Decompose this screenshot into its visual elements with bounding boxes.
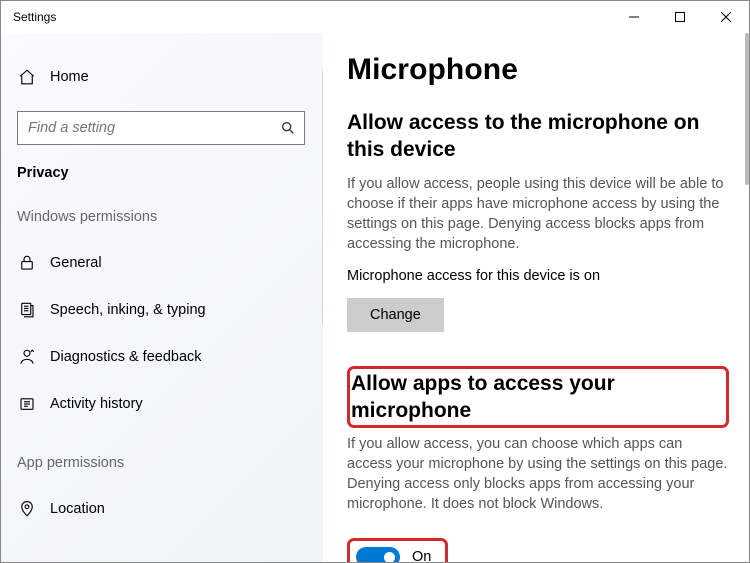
sidebar-item-activity-history[interactable]: Activity history: [17, 380, 323, 427]
scrollbar[interactable]: [745, 33, 749, 185]
home-icon: [17, 67, 37, 87]
sidebar-item-label: General: [50, 255, 102, 271]
window-title: Settings: [13, 10, 56, 24]
search-icon: [280, 120, 296, 136]
search-box[interactable]: [17, 111, 305, 145]
location-icon: [17, 499, 37, 519]
section1-description: If you allow access, people using this d…: [347, 174, 729, 254]
page-title: Microphone: [347, 53, 729, 87]
allow-apps-toggle[interactable]: [356, 547, 400, 562]
section2-description: If you allow access, you can choose whic…: [347, 434, 729, 514]
sidebar-group-app-permissions: App permissions: [17, 455, 323, 471]
settings-window: Settings Home: [0, 0, 750, 563]
sidebar-item-speech[interactable]: Speech, inking, & typing: [17, 286, 323, 333]
caption-buttons: [611, 1, 749, 33]
window-body: Home Privacy Windows permissions General: [1, 33, 749, 562]
sidebar-section-title: Privacy: [17, 165, 323, 181]
nav-list-1: General Speech, inking, & typing Diagnos…: [17, 239, 323, 427]
sidebar-item-label: Activity history: [50, 396, 143, 412]
history-icon: [17, 394, 37, 414]
nav-list-2: Location: [17, 485, 323, 532]
close-button[interactable]: [703, 1, 749, 33]
annotation-highlight-heading: Allow apps to access your microphone: [347, 366, 729, 429]
content-pane: Microphone Allow access to the microphon…: [323, 33, 749, 562]
sidebar-home-label: Home: [50, 69, 89, 85]
title-bar: Settings: [1, 1, 749, 33]
section1-status: Microphone access for this device is on: [347, 268, 729, 284]
feedback-icon: [17, 347, 37, 367]
search-input[interactable]: [28, 120, 280, 136]
speech-icon: [17, 300, 37, 320]
section1-heading: Allow access to the microphone on this d…: [347, 109, 729, 164]
sidebar: Home Privacy Windows permissions General: [1, 33, 323, 562]
lock-icon: [17, 253, 37, 273]
sidebar-item-general[interactable]: General: [17, 239, 323, 286]
toggle-label: On: [412, 549, 431, 562]
sidebar-item-label: Diagnostics & feedback: [50, 349, 202, 365]
section2-heading: Allow apps to access your microphone: [351, 370, 718, 425]
annotation-highlight-toggle: On: [347, 538, 448, 562]
sidebar-home[interactable]: Home: [17, 57, 323, 97]
sidebar-item-location[interactable]: Location: [17, 485, 323, 532]
change-button[interactable]: Change: [347, 298, 444, 332]
minimize-button[interactable]: [611, 1, 657, 33]
sidebar-item-label: Speech, inking, & typing: [50, 302, 206, 318]
maximize-button[interactable]: [657, 1, 703, 33]
sidebar-item-diagnostics[interactable]: Diagnostics & feedback: [17, 333, 323, 380]
sidebar-group-windows-permissions: Windows permissions: [17, 209, 323, 225]
sidebar-item-label: Location: [50, 501, 105, 517]
